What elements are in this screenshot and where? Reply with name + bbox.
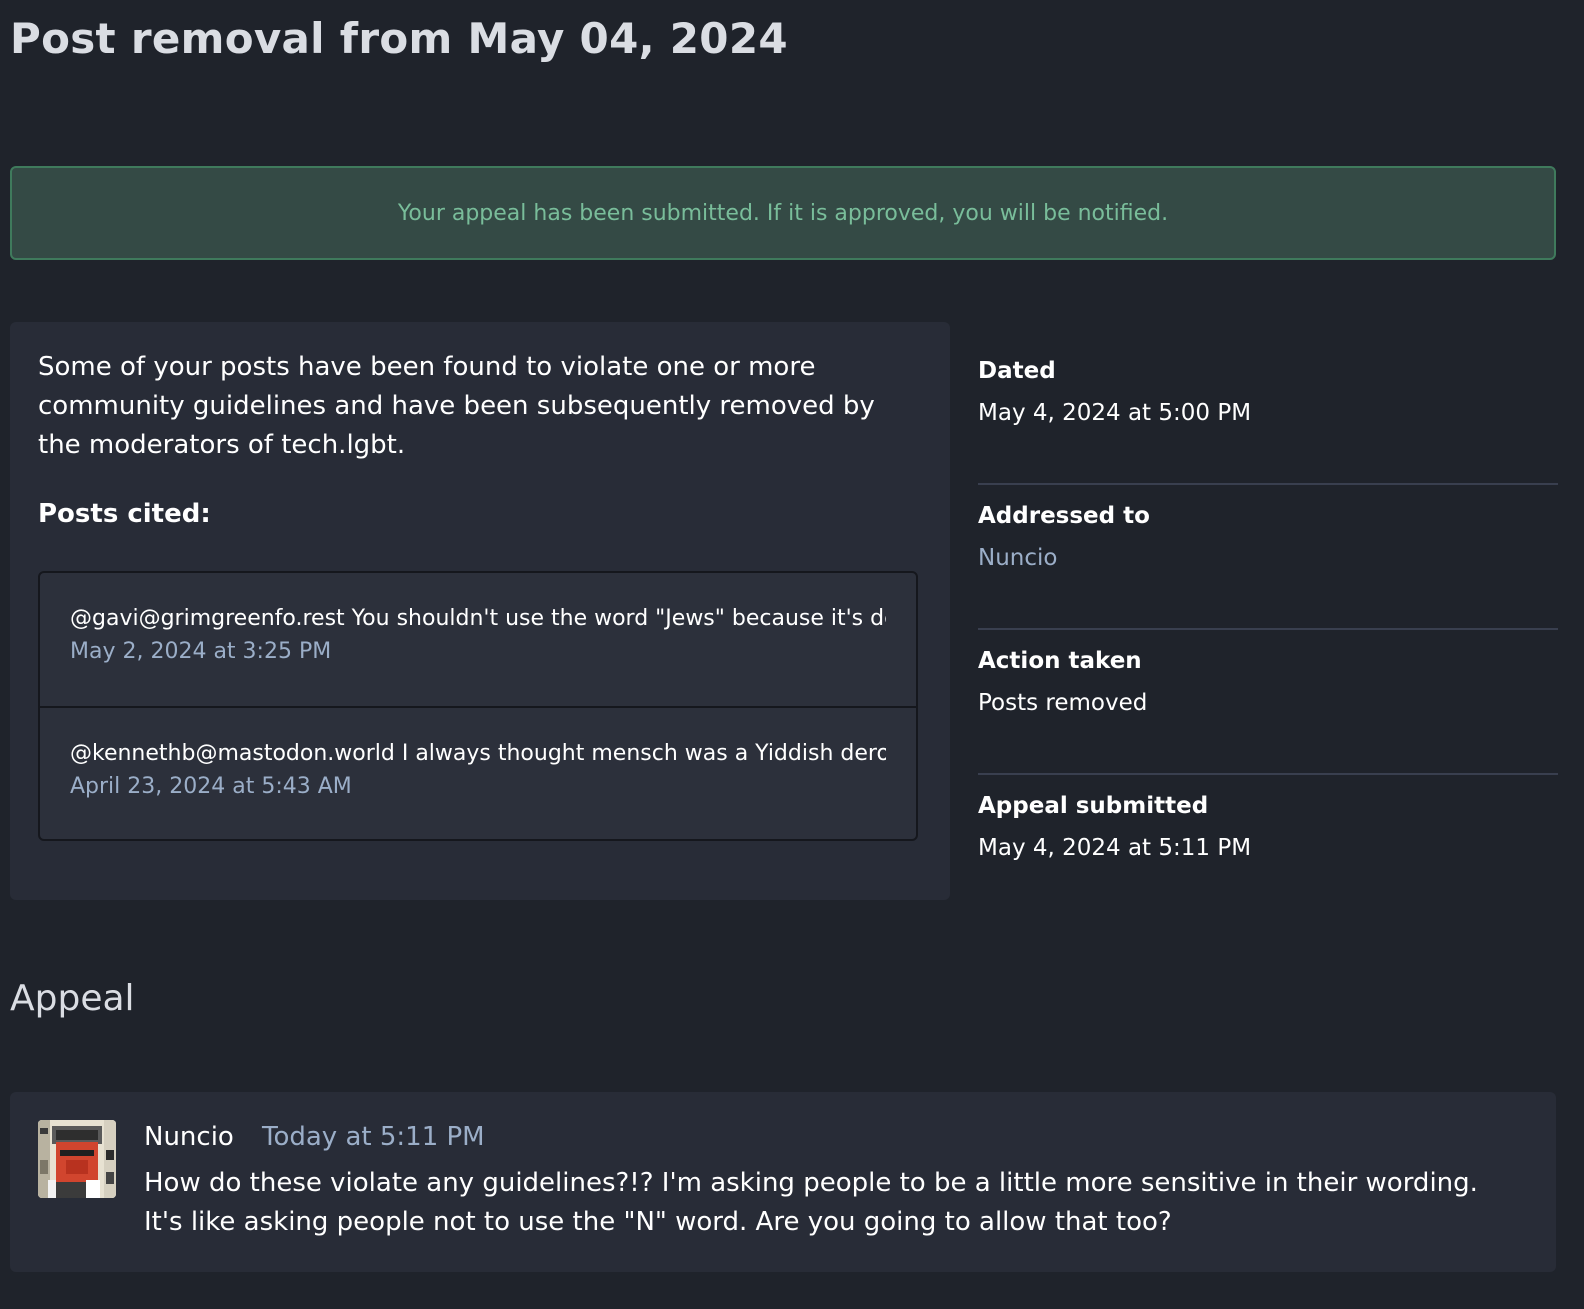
meta-addressed-to-label: Addressed to [978, 503, 1150, 529]
appeal-text: How do these violate any guidelines?!? I… [144, 1168, 1478, 1237]
appeal-author-name[interactable]: Nuncio [144, 1122, 234, 1152]
avatar-image [38, 1120, 116, 1198]
avatar[interactable] [38, 1120, 116, 1198]
addressed-to-account-link[interactable]: Nuncio [978, 545, 1558, 571]
meta-addressed-to: Addressed to Nuncio [978, 485, 1558, 630]
cited-post[interactable]: @gavi@grimgreenfo.rest You shouldn't use… [40, 573, 916, 706]
disputes-strike-page: Post removal from May 04, 2024 Your appe… [0, 0, 1584, 1309]
flash-message: Your appeal has been submitted. If it is… [397, 200, 1169, 226]
cited-post-text: @gavi@grimgreenfo.rest You shouldn't use… [70, 606, 886, 631]
meta-action-taken-label: Action taken [978, 648, 1142, 674]
cited-posts-list: @gavi@grimgreenfo.rest You shouldn't use… [38, 571, 918, 841]
page-title: Post removal from May 04, 2024 [10, 14, 788, 63]
meta-action-taken-value: Posts removed [978, 690, 1148, 716]
appeal-timestamp: Today at 5:11 PM [262, 1122, 485, 1152]
strike-details-card: Some of your posts have been found to vi… [10, 322, 950, 900]
cited-post-date-link[interactable]: May 2, 2024 at 3:25 PM [70, 635, 331, 669]
meta-dated-value: May 4, 2024 at 5:00 PM [978, 400, 1252, 426]
meta-dated: Dated May 4, 2024 at 5:00 PM [978, 340, 1558, 485]
flash-notice: Your appeal has been submitted. If it is… [10, 166, 1556, 260]
meta-appeal-submitted-label: Appeal submitted [978, 793, 1209, 819]
strike-explanation: Some of your posts have been found to vi… [38, 352, 875, 460]
cited-post-text: @kennethb@mastodon.world I always though… [70, 741, 886, 766]
appeal-card: Nuncio Today at 5:11 PM How do these vio… [10, 1092, 1556, 1272]
meta-dated-label: Dated [978, 358, 1056, 384]
cited-post-date-link[interactable]: April 23, 2024 at 5:43 AM [70, 770, 352, 804]
meta-appeal-submitted-value: May 4, 2024 at 5:11 PM [978, 835, 1252, 861]
posts-cited-heading: Posts cited: [38, 499, 211, 529]
meta-action-taken: Action taken Posts removed [978, 630, 1558, 775]
strike-meta-list: Dated May 4, 2024 at 5:00 PM Addressed t… [978, 340, 1558, 920]
cited-post[interactable]: @kennethb@mastodon.world I always though… [40, 706, 916, 839]
meta-appeal-submitted: Appeal submitted May 4, 2024 at 5:11 PM [978, 775, 1558, 920]
appeal-heading: Appeal [10, 978, 135, 1019]
